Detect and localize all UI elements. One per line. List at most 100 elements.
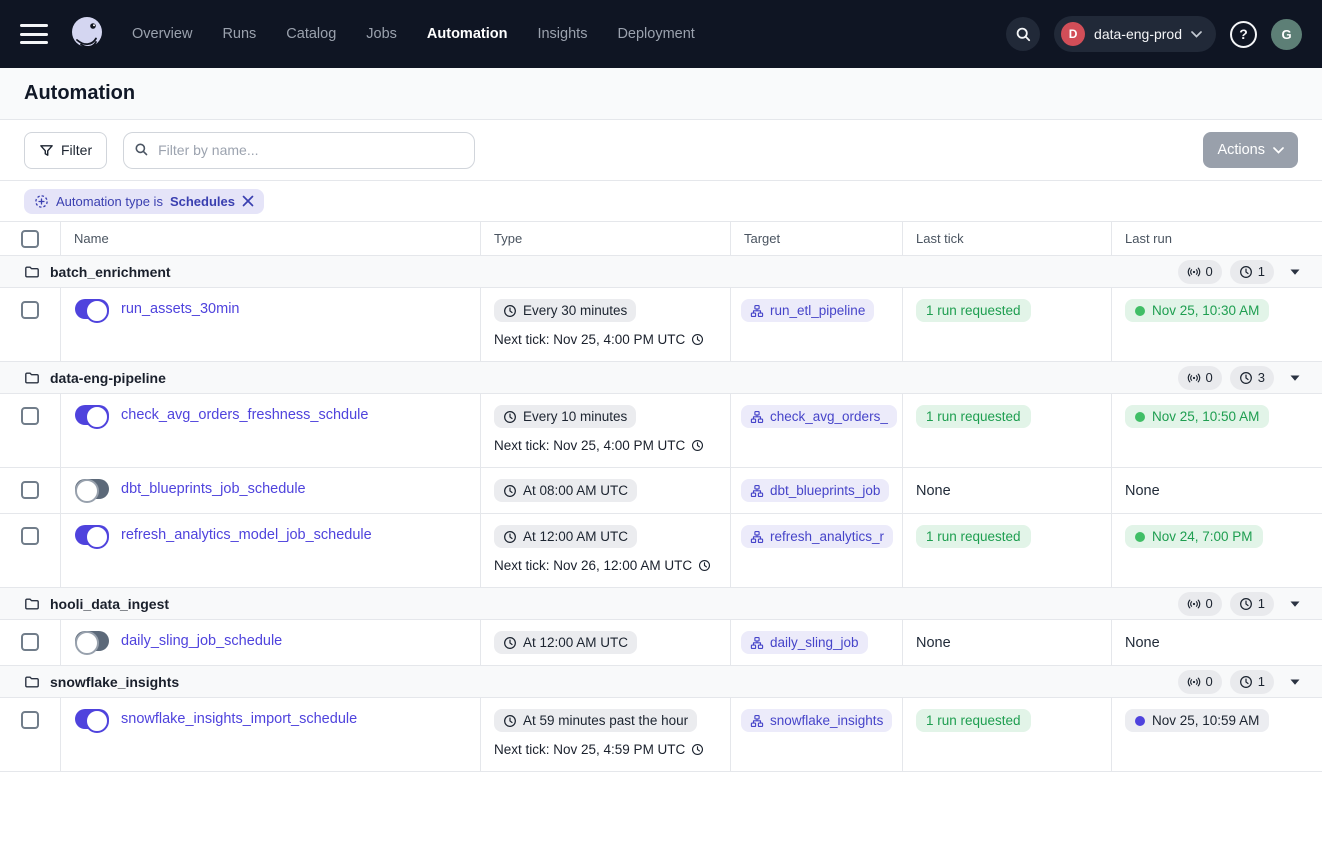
group-row[interactable]: batch_enrichment 0 1: [0, 256, 1322, 288]
last-run-value[interactable]: Nov 25, 10:50 AM: [1125, 405, 1269, 428]
row-checkbox[interactable]: [21, 633, 39, 651]
schedule-toggle[interactable]: [75, 405, 109, 425]
table-body: batch_enrichment 0 1 run_assets_30m: [0, 256, 1322, 772]
column-header-name: Name: [61, 222, 481, 255]
nav-item-automation[interactable]: Automation: [427, 26, 508, 42]
dagster-logo-icon[interactable]: [66, 12, 110, 56]
target-job-link[interactable]: snowflake_insights: [741, 709, 892, 732]
clock-icon: [503, 530, 517, 544]
menu-icon[interactable]: [20, 24, 48, 44]
help-button[interactable]: ?: [1230, 21, 1257, 48]
folder-icon: [24, 264, 40, 280]
deployment-badge: D: [1061, 22, 1085, 46]
target-job-link[interactable]: dbt_blueprints_job: [741, 479, 889, 502]
automation-condition-icon: [34, 194, 49, 209]
expand-caret-icon[interactable]: [1290, 679, 1300, 685]
schedule-type-badge: Every 10 minutes: [494, 405, 636, 428]
schedule-toggle[interactable]: [75, 299, 109, 319]
run-status-dot: [1135, 716, 1145, 726]
last-run-value[interactable]: Nov 24, 7:00 PM: [1125, 525, 1263, 548]
remove-filter-icon[interactable]: [242, 195, 254, 207]
clock-icon: [691, 743, 704, 756]
schedule-name-link[interactable]: dbt_blueprints_job_schedule: [121, 481, 306, 497]
expand-caret-icon[interactable]: [1290, 601, 1300, 607]
job-graph-icon: [750, 530, 764, 544]
job-graph-icon: [750, 636, 764, 650]
clock-icon: [1239, 265, 1253, 279]
schedule-toggle[interactable]: [75, 525, 109, 545]
group-row[interactable]: data-eng-pipeline 0 3: [0, 362, 1322, 394]
group-row[interactable]: hooli_data_ingest 0 1: [0, 588, 1322, 620]
search-icon: [134, 142, 149, 157]
nav-item-insights[interactable]: Insights: [537, 26, 587, 42]
schedule-toggle[interactable]: [75, 631, 109, 651]
nav-item-jobs[interactable]: Jobs: [366, 26, 397, 42]
row-checkbox[interactable]: [21, 301, 39, 319]
run-status-dot: [1135, 532, 1145, 542]
last-tick-value[interactable]: 1 run requested: [916, 709, 1031, 732]
filter-chip-text: Automation type is: [56, 194, 163, 209]
job-graph-icon: [750, 304, 764, 318]
expand-caret-icon[interactable]: [1290, 375, 1300, 381]
question-icon: ?: [1239, 26, 1248, 42]
next-tick: Next tick: Nov 25, 4:00 PM UTC: [494, 332, 718, 347]
select-all-checkbox[interactable]: [21, 230, 39, 248]
schedule-name-link[interactable]: refresh_analytics_model_job_schedule: [121, 527, 372, 543]
run-status-dot: [1135, 306, 1145, 316]
user-avatar[interactable]: G: [1271, 19, 1302, 50]
schedule-name-link[interactable]: daily_sling_job_schedule: [121, 633, 282, 649]
target-job-link[interactable]: daily_sling_job: [741, 631, 868, 654]
target-job-link[interactable]: run_etl_pipeline: [741, 299, 874, 322]
clock-icon: [691, 333, 704, 346]
clock-icon: [503, 304, 517, 318]
group-row[interactable]: snowflake_insights 0 1: [0, 666, 1322, 698]
schedule-name-link[interactable]: check_avg_orders_freshness_schdule: [121, 407, 368, 423]
clock-icon: [1239, 597, 1253, 611]
expand-caret-icon[interactable]: [1290, 269, 1300, 275]
target-job-link[interactable]: refresh_analytics_r: [741, 525, 893, 548]
nav-item-runs[interactable]: Runs: [222, 26, 256, 42]
schedule-toggle[interactable]: [75, 479, 109, 499]
clock-icon: [503, 636, 517, 650]
last-run-value[interactable]: Nov 25, 10:59 AM: [1125, 709, 1269, 732]
last-run-value[interactable]: Nov 25, 10:30 AM: [1125, 299, 1269, 322]
job-graph-icon: [750, 714, 764, 728]
name-filter-input[interactable]: [123, 132, 475, 169]
search-icon: [1015, 26, 1032, 43]
funnel-icon: [39, 143, 54, 158]
clock-icon: [503, 410, 517, 424]
schedule-row: dbt_blueprints_job_schedule At 08:00 AM …: [0, 468, 1322, 514]
run-status-dot: [1135, 412, 1145, 422]
last-tick-value[interactable]: 1 run requested: [916, 525, 1031, 548]
sensor-count-badge: 0: [1178, 592, 1222, 616]
group-name: batch_enrichment: [50, 264, 171, 280]
schedule-toggle[interactable]: [75, 709, 109, 729]
filter-button[interactable]: Filter: [24, 132, 107, 169]
schedule-name-link[interactable]: snowflake_insights_import_schedule: [121, 711, 357, 727]
schedule-type-badge: Every 30 minutes: [494, 299, 636, 322]
row-checkbox[interactable]: [21, 711, 39, 729]
search-button[interactable]: [1006, 17, 1040, 51]
last-run-value: None: [1125, 631, 1160, 655]
row-checkbox[interactable]: [21, 407, 39, 425]
nav-item-catalog[interactable]: Catalog: [286, 26, 336, 42]
schedule-name-link[interactable]: run_assets_30min: [121, 301, 240, 317]
target-job-link[interactable]: check_avg_orders_: [741, 405, 897, 428]
clock-icon: [1239, 371, 1253, 385]
clock-icon: [1239, 675, 1253, 689]
schedule-count-badge: 1: [1230, 260, 1274, 284]
deployment-switcher[interactable]: D data-eng-prod: [1054, 16, 1216, 52]
actions-button[interactable]: Actions: [1203, 132, 1298, 168]
automation-type-filter-chip[interactable]: Automation type is Schedules: [24, 189, 264, 214]
nav-item-deployment[interactable]: Deployment: [617, 26, 694, 42]
column-header-last-tick: Last tick: [903, 222, 1112, 255]
last-tick-value[interactable]: 1 run requested: [916, 405, 1031, 428]
row-checkbox[interactable]: [21, 481, 39, 499]
job-graph-icon: [750, 410, 764, 424]
row-checkbox[interactable]: [21, 527, 39, 545]
nav-item-overview[interactable]: Overview: [132, 26, 192, 42]
last-tick-value: None: [916, 631, 951, 655]
clock-icon: [503, 484, 517, 498]
group-name: data-eng-pipeline: [50, 370, 166, 386]
last-tick-value[interactable]: 1 run requested: [916, 299, 1031, 322]
